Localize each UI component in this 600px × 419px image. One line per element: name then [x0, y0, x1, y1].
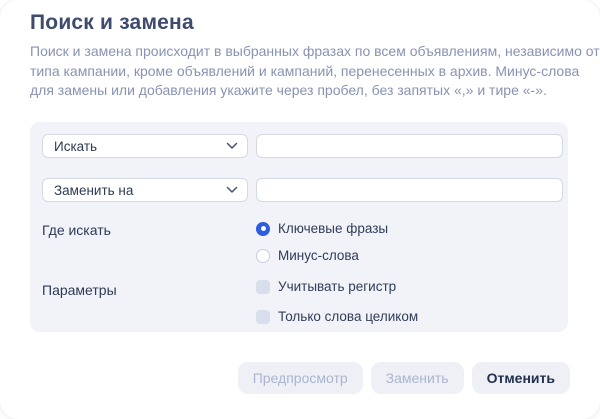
radio-icon[interactable]	[256, 249, 270, 263]
preview-button[interactable]: Предпросмотр	[238, 362, 363, 394]
checkbox-icon[interactable]	[256, 310, 270, 324]
checkbox-option-whole-words-only[interactable]: Только слова целиком	[256, 309, 418, 324]
description-line: типа кампании, кроме объявлений и кампан…	[30, 62, 575, 82]
cancel-button[interactable]: Отменить	[472, 362, 570, 394]
checkbox-option-label[interactable]: Только слова целиком	[278, 309, 418, 324]
radio-option-keyword-phrases[interactable]: Ключевые фразы	[256, 221, 388, 236]
search-mode-select-value: Искать	[54, 139, 97, 154]
replace-mode-select-value: Заменить на	[54, 183, 133, 198]
dialog-footer: Предпросмотр Заменить Отменить	[238, 362, 570, 394]
replace-mode-select[interactable]: Заменить на	[42, 178, 248, 202]
checkbox-option-match-case[interactable]: Учитывать регистр	[256, 279, 396, 294]
form-panel: Искать Заменить на Где искать Ключевые ф…	[30, 122, 568, 332]
replace-text-input[interactable]	[256, 178, 563, 202]
chevron-down-icon	[226, 142, 238, 150]
radio-option-label[interactable]: Ключевые фразы	[278, 221, 388, 236]
search-text-input[interactable]	[256, 134, 563, 158]
chevron-down-icon	[226, 186, 238, 194]
search-replace-dialog: Поиск и замена Поиск и замена происходит…	[0, 0, 600, 419]
description-line: Поиск и замена происходит в выбранных фр…	[30, 42, 575, 62]
radio-option-label[interactable]: Минус-слова	[278, 248, 359, 263]
description-line: для замены или добавления укажите через …	[30, 81, 575, 101]
checkbox-option-label[interactable]: Учитывать регистр	[278, 279, 396, 294]
where-to-search-label: Где искать	[42, 222, 111, 238]
parameters-label: Параметры	[42, 282, 117, 298]
dialog-description: Поиск и замена происходит в выбранных фр…	[30, 42, 575, 101]
search-mode-select[interactable]: Искать	[42, 134, 248, 158]
replace-button[interactable]: Заменить	[371, 362, 464, 394]
page-title: Поиск и замена	[30, 11, 194, 35]
radio-option-negative-keywords[interactable]: Минус-слова	[256, 248, 359, 263]
radio-icon[interactable]	[256, 222, 270, 236]
checkbox-icon[interactable]	[256, 280, 270, 294]
